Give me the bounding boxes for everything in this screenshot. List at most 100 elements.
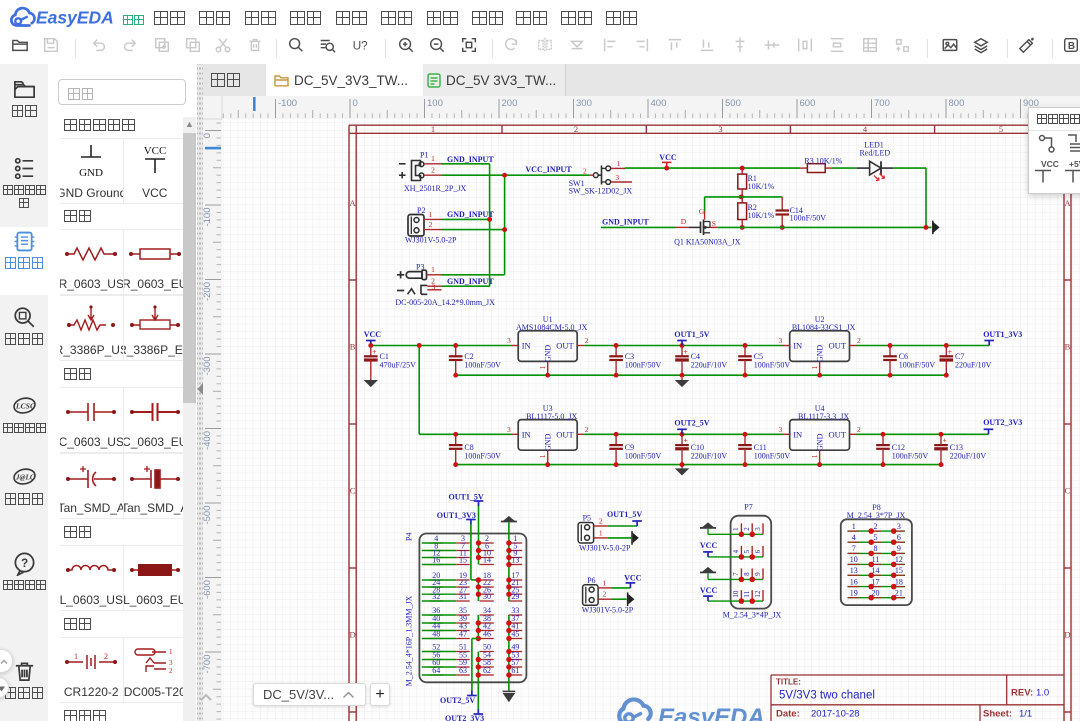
svg-text:3: 3 [897, 522, 901, 531]
svg-text:OUT1_5V: OUT1_5V [674, 330, 709, 339]
svg-text:+: + [372, 347, 376, 356]
svg-text:EasyEDA: EasyEDA [36, 8, 114, 28]
svg-text:0: 0 [353, 98, 358, 109]
svg-text:2: 2 [857, 336, 861, 345]
svg-text:100nF/50V: 100nF/50V [790, 214, 827, 223]
svg-text:9: 9 [754, 572, 762, 576]
svg-text:P6: P6 [587, 576, 595, 585]
svg-text:GND: GND [544, 433, 553, 451]
svg-text:P7: P7 [744, 503, 752, 512]
svg-text:3: 3 [778, 425, 782, 434]
svg-text:1: 1 [538, 365, 547, 369]
svg-text:5V/3V3 two chanel: 5V/3V3 two chanel [779, 690, 875, 702]
svg-text:2: 2 [585, 425, 589, 434]
svg-text:1: 1 [431, 265, 435, 274]
svg-text:OUT2_5V: OUT2_5V [440, 696, 475, 705]
svg-text:2: 2 [431, 166, 435, 175]
svg-text:12: 12 [754, 590, 762, 598]
svg-text:10K/1%: 10K/1% [748, 182, 775, 191]
svg-text:WJ301V-5.0-2P: WJ301V-5.0-2P [405, 236, 457, 245]
svg-text:OUT: OUT [829, 430, 847, 440]
svg-text:P5: P5 [583, 514, 591, 523]
svg-text:6: 6 [754, 549, 762, 553]
svg-text:8: 8 [874, 544, 878, 553]
svg-text:1.0: 1.0 [1036, 688, 1049, 699]
svg-text:1: 1 [429, 210, 433, 219]
svg-text:WJ301V-5.0-2P: WJ301V-5.0-2P [582, 605, 634, 614]
svg-text:800: 800 [949, 98, 965, 109]
svg-text:2: 2 [743, 527, 751, 531]
svg-text:1: 1 [169, 648, 173, 656]
svg-text:AMS1084CM-5.0_JX: AMS1084CM-5.0_JX [516, 323, 588, 332]
svg-text:0: 0 [203, 133, 213, 138]
svg-text:1: 1 [617, 159, 621, 168]
svg-text:100nF/50V: 100nF/50V [754, 360, 791, 369]
svg-text:Red/LED: Red/LED [859, 149, 890, 158]
svg-text:BL1084-33CS1_JX: BL1084-33CS1_JX [792, 323, 856, 332]
svg-text:3: 3 [507, 425, 511, 434]
svg-text:3: 3 [432, 282, 436, 291]
svg-text:13: 13 [511, 556, 519, 565]
svg-text:1: 1 [431, 154, 435, 163]
svg-text:2017-10-28: 2017-10-28 [811, 709, 860, 720]
svg-text:200: 200 [502, 98, 518, 109]
svg-text:GND_INPUT: GND_INPUT [447, 277, 494, 286]
svg-text:LCSC: LCSC [14, 401, 35, 410]
svg-text:9: 9 [897, 544, 901, 553]
svg-text:3: 3 [507, 336, 511, 345]
svg-text:220uF/10V: 220uF/10V [691, 360, 728, 369]
svg-text:13: 13 [850, 566, 858, 575]
svg-text:VCC: VCC [1041, 159, 1059, 169]
svg-text:3: 3 [615, 173, 619, 182]
svg-text:6: 6 [897, 533, 901, 542]
svg-text:500: 500 [725, 98, 741, 109]
svg-text:7: 7 [852, 544, 856, 553]
svg-text:VCC: VCC [624, 574, 642, 583]
svg-text:700: 700 [874, 98, 890, 109]
svg-text:-400: -400 [203, 431, 213, 450]
svg-text:12: 12 [895, 555, 903, 564]
svg-text:5: 5 [999, 124, 1003, 134]
svg-text:400: 400 [651, 98, 667, 109]
svg-text:2: 2 [429, 220, 433, 229]
svg-text:5: 5 [743, 549, 751, 553]
svg-text:11: 11 [743, 590, 751, 597]
svg-text:3: 3 [778, 336, 782, 345]
svg-text:P4: P4 [405, 533, 414, 541]
svg-text:19: 19 [850, 589, 858, 598]
svg-text:P2: P2 [417, 206, 425, 215]
svg-text:WJ301V-5.0-2P: WJ301V-5.0-2P [579, 544, 631, 553]
svg-text:OUT: OUT [556, 430, 574, 440]
svg-text:100nF/50V: 100nF/50V [464, 452, 501, 461]
svg-text:+: + [948, 347, 952, 356]
svg-text:1: 1 [603, 578, 607, 587]
svg-text:VCC: VCC [700, 541, 718, 550]
svg-text:48: 48 [432, 630, 440, 639]
svg-text:OUT2_5V: OUT2_5V [674, 419, 709, 428]
svg-text:300: 300 [576, 98, 592, 109]
svg-text:100nF/50V: 100nF/50V [625, 452, 662, 461]
svg-text:OUT1_3V3: OUT1_3V3 [983, 330, 1022, 339]
svg-text:GND: GND [544, 345, 553, 363]
svg-text:M_2.54_3*4P_JX: M_2.54_3*4P_JX [723, 611, 782, 620]
svg-text:A: A [1064, 198, 1071, 208]
svg-text:TITLE:: TITLE: [776, 678, 801, 687]
svg-text:GND_INPUT: GND_INPUT [602, 218, 649, 227]
svg-text:B: B [1065, 342, 1071, 352]
svg-text:220uF/10V: 220uF/10V [691, 452, 728, 461]
svg-text:2: 2 [874, 522, 878, 531]
svg-text:220uF/10V: 220uF/10V [950, 452, 987, 461]
svg-text:VCC: VCC [364, 330, 382, 339]
svg-text:15: 15 [459, 556, 467, 565]
svg-text:470uF/25V: 470uF/25V [380, 360, 417, 369]
svg-text:BL1117-3.3_JX: BL1117-3.3_JX [798, 412, 849, 421]
svg-text:8: 8 [743, 572, 751, 576]
svg-text:GND_INPUT: GND_INPUT [447, 155, 494, 164]
svg-text:SW_SK-12D02_JX: SW_SK-12D02_JX [569, 187, 633, 196]
svg-text:64: 64 [432, 666, 440, 675]
svg-text:D: D [681, 217, 687, 226]
svg-text:IN: IN [793, 430, 802, 440]
svg-text:OUT: OUT [829, 341, 847, 351]
svg-text:M_2.54_3*7P_JX: M_2.54_3*7P_JX [847, 511, 906, 520]
svg-text:4: 4 [852, 533, 856, 542]
